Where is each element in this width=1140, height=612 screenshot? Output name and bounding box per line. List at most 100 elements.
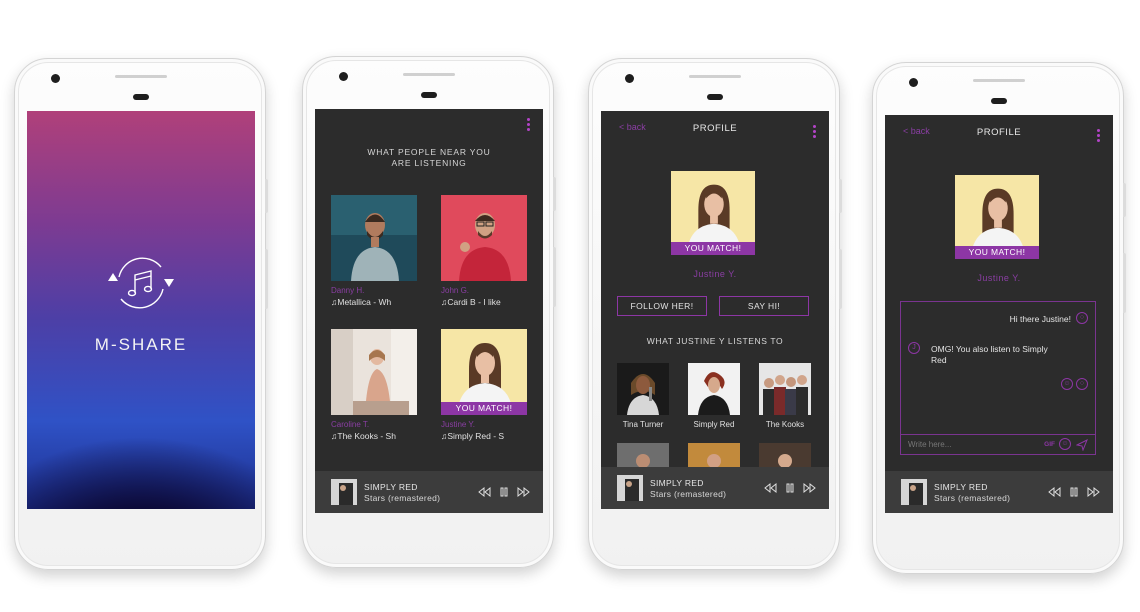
now-playing-bar[interactable]: SIMPLY RED Stars (remastered) <box>315 471 543 513</box>
emoji-icon[interactable]: ☺ <box>1059 438 1071 450</box>
person-song: ♫The Kooks - Sh <box>331 431 396 441</box>
person-photo: YOU MATCH! <box>441 329 527 415</box>
proximity-sensor <box>707 94 723 100</box>
profile-name: Justine Y. <box>693 269 737 279</box>
chat-screen: < back PROFILE YOU MATCH! Justine Y. Hi … <box>885 115 1113 513</box>
person-photo <box>441 195 527 281</box>
nearby-title-line2: ARE LISTENING <box>391 158 467 168</box>
person-song-text: Metallica - Wh <box>337 297 392 307</box>
person-name: John G. <box>441 286 470 295</box>
person-card-caroline[interactable]: Caroline T. ♫The Kooks - Sh <box>331 329 417 441</box>
rewind-icon[interactable] <box>477 485 491 499</box>
artist-photo <box>759 363 811 415</box>
pause-icon[interactable] <box>1067 485 1081 499</box>
power-button <box>839 179 842 213</box>
rewind-icon[interactable] <box>1047 485 1061 499</box>
phone-splash: M-SHARE <box>14 58 268 570</box>
volume-button <box>1123 253 1126 313</box>
volume-button <box>839 249 842 309</box>
player-controls <box>763 481 817 495</box>
follow-button[interactable]: FOLLOW HER! <box>617 296 707 316</box>
album-thumbnail <box>617 475 643 501</box>
person-name: Justine Y. <box>441 420 475 429</box>
now-playing-bar[interactable]: SIMPLY RED Stars (remastered) <box>885 471 1113 513</box>
rewind-icon[interactable] <box>763 481 777 495</box>
match-badge: YOU MATCH! <box>955 246 1039 259</box>
chat-panel: Hi there Justine! ○ J OMG! You also list… <box>900 301 1096 455</box>
person-card-danny[interactable]: Danny H. ♫Metallica - Wh <box>331 195 417 307</box>
app-name: M-SHARE <box>94 335 188 354</box>
pause-icon[interactable] <box>497 485 511 499</box>
earpiece-speaker <box>115 75 167 78</box>
more-vertical-icon[interactable] <box>1097 129 1101 144</box>
earpiece-speaker <box>689 75 741 78</box>
person-card-john[interactable]: John G. ♫Cardi B - I like <box>441 195 527 307</box>
artist-name: Tina Turner <box>622 420 664 429</box>
player-track: Stars (remastered) <box>364 493 441 503</box>
person-song-text: The Kooks - Sh <box>337 431 396 441</box>
front-camera <box>51 74 60 83</box>
message-input-placeholder: Write here... <box>908 440 952 449</box>
proximity-sensor <box>421 92 437 98</box>
earpiece-speaker <box>403 73 455 76</box>
person-card-justine[interactable]: YOU MATCH! Justine Y. ♫Simply Red - S <box>441 329 527 441</box>
splash-screen: M-SHARE <box>27 111 255 509</box>
profile-name: Justine Y. <box>977 273 1021 283</box>
player-controls <box>477 485 531 499</box>
chat-message-received: OMG! You also listen to Simply Red <box>931 344 1048 365</box>
send-icon[interactable] <box>1075 438 1088 452</box>
message-input[interactable]: Write here... GIF ☺ <box>901 434 1095 454</box>
say-hi-button[interactable]: SAY HI! <box>719 296 809 316</box>
volume-button <box>553 247 556 307</box>
user-avatar-icon: ○ <box>1076 378 1088 390</box>
artist-name: Simply Red <box>693 420 735 429</box>
album-thumbnail <box>331 479 357 505</box>
listens-title: WHAT JUSTINE Y LISTENS TO <box>646 336 784 346</box>
phone-chat: < back PROFILE YOU MATCH! Justine Y. Hi … <box>872 62 1126 574</box>
artist-tile-tina[interactable]: Tina Turner <box>617 363 669 429</box>
profile-screen: < back PROFILE YOU MATCH! Justine Y. FOL… <box>601 111 829 509</box>
sender-avatar: J <box>908 342 920 354</box>
nearby-screen: WHAT PEOPLE NEAR YOU ARE LISTENING Danny… <box>315 109 543 513</box>
person-photo <box>331 329 417 415</box>
fast-forward-icon[interactable] <box>517 485 531 499</box>
artist-name: The Kooks <box>765 420 805 429</box>
volume-button <box>265 249 268 309</box>
pause-icon[interactable] <box>783 481 797 495</box>
match-badge: YOU MATCH! <box>441 402 527 415</box>
person-song: ♫Simply Red - S <box>441 431 505 441</box>
profile-photo: YOU MATCH! <box>671 171 755 255</box>
profile-photo: YOU MATCH! <box>955 175 1039 259</box>
phone-nearby: WHAT PEOPLE NEAR YOU ARE LISTENING Danny… <box>302 56 556 568</box>
power-button <box>265 179 268 213</box>
person-song-text: Simply Red - S <box>447 431 505 441</box>
page-title: PROFILE <box>976 127 1022 138</box>
page-title: PROFILE <box>692 123 738 134</box>
person-song: ♫Metallica - Wh <box>331 297 392 307</box>
front-camera <box>339 72 348 81</box>
nearby-title-line1: WHAT PEOPLE NEAR YOU <box>367 147 491 157</box>
player-artist: SIMPLY RED <box>650 478 704 488</box>
emoji-reaction-icon[interactable]: ☺ <box>1061 378 1073 390</box>
person-name: Caroline T. <box>331 420 370 429</box>
phone-profile: < back PROFILE YOU MATCH! Justine Y. FOL… <box>588 58 842 570</box>
front-camera <box>909 78 918 87</box>
power-button <box>553 177 556 211</box>
person-song-text: Cardi B - I like <box>447 297 501 307</box>
more-vertical-icon[interactable] <box>813 125 817 140</box>
more-vertical-icon[interactable] <box>527 118 531 133</box>
proximity-sensor <box>133 94 149 100</box>
match-badge: YOU MATCH! <box>671 242 755 255</box>
fast-forward-icon[interactable] <box>803 481 817 495</box>
fast-forward-icon[interactable] <box>1087 485 1101 499</box>
music-share-icon <box>105 251 177 315</box>
player-track: Stars (remastered) <box>934 493 1011 503</box>
now-playing-bar[interactable]: SIMPLY RED Stars (remastered) <box>601 467 829 509</box>
gif-button[interactable]: GIF <box>1044 441 1055 448</box>
player-controls <box>1047 485 1101 499</box>
person-name: Danny H. <box>331 286 365 295</box>
player-artist: SIMPLY RED <box>934 482 988 492</box>
artist-tile-kooks[interactable]: The Kooks <box>759 363 811 429</box>
person-photo <box>331 195 417 281</box>
artist-tile-simply-red[interactable]: Simply Red <box>688 363 740 429</box>
